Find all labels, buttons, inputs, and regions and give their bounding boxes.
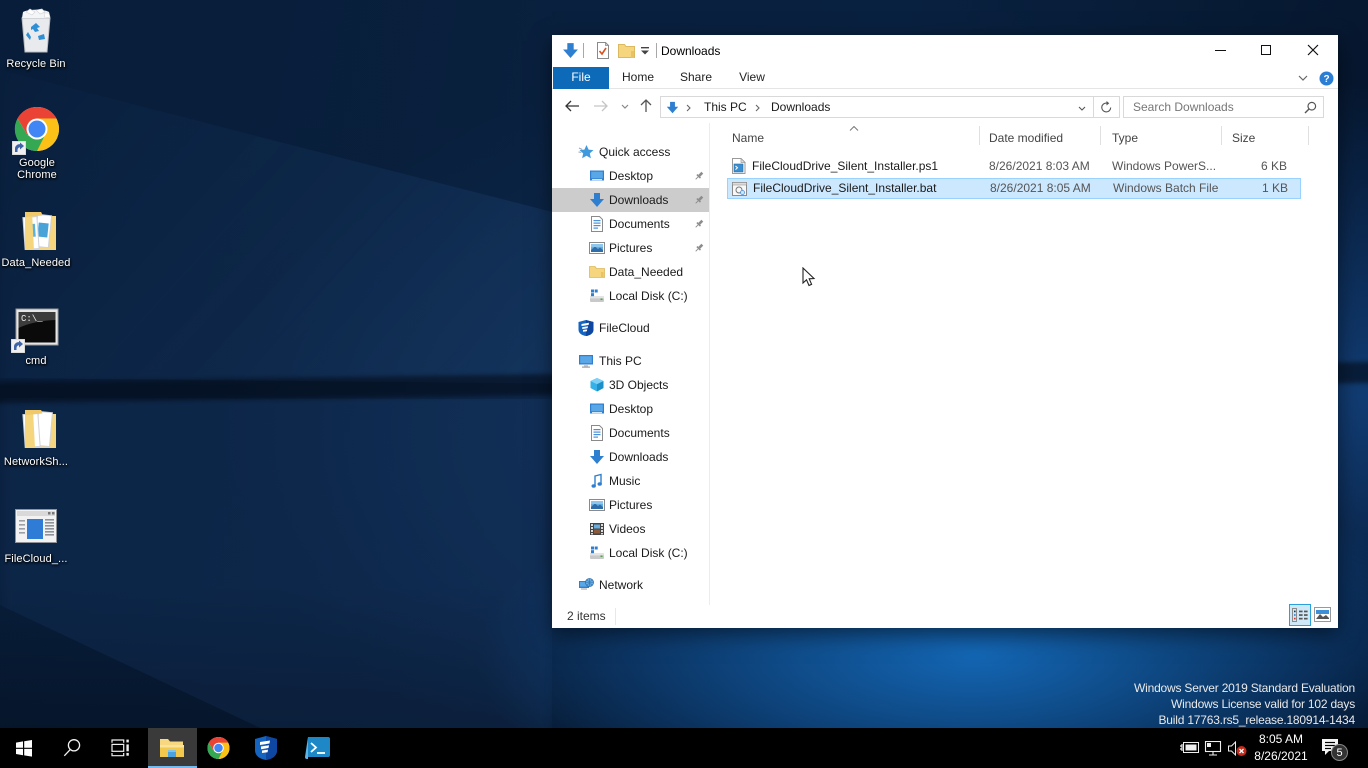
- svg-text:?: ?: [1323, 74, 1329, 85]
- svg-text:C:\_: C:\_: [21, 314, 43, 324]
